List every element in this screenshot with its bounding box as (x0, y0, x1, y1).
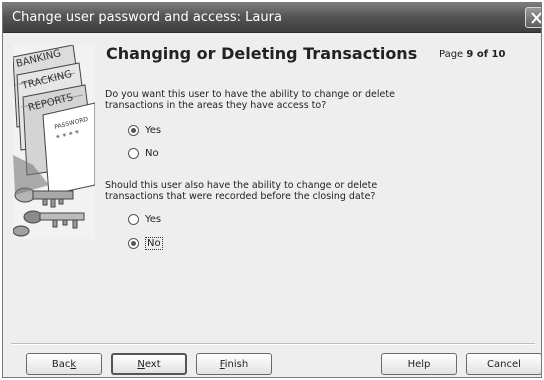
page-number: 9 of 10 (466, 49, 506, 60)
cancel-button[interactable]: Cancel (466, 353, 541, 375)
question-change-delete: Do you want this user to have the abilit… (105, 89, 395, 111)
page-prefix: Page (439, 49, 464, 60)
radio-option-no-1[interactable]: No (128, 146, 159, 160)
radio-label: Yes (145, 213, 162, 225)
banking-folders-illustration: BANKING TRACKING REPORTS PASSWORD * * * … (13, 45, 95, 239)
radio-unselected-icon[interactable] (128, 147, 139, 159)
page-heading: Changing or Deleting Transactions (106, 44, 418, 63)
radio-label: No (145, 147, 159, 159)
radio-unselected-icon[interactable] (128, 213, 139, 225)
radio-option-yes-1[interactable]: Yes (128, 123, 161, 137)
radio-selected-icon[interactable] (128, 237, 139, 249)
radio-option-yes-2[interactable]: Yes (128, 212, 161, 226)
change-user-access-dialog: Change user password and access: Laura B… (2, 2, 542, 378)
finish-button[interactable]: Finish (196, 353, 272, 375)
radio-label-focused: No (145, 236, 163, 250)
radio-selected-icon[interactable] (128, 124, 139, 136)
window-title: Change user password and access: Laura (12, 10, 282, 25)
button-separator (11, 343, 535, 345)
wizard-illustration: BANKING TRACKING REPORTS PASSWORD * * * … (13, 45, 95, 239)
title-bar[interactable]: Change user password and access: Laura (3, 3, 541, 33)
question-closing-date: Should this user also have the ability t… (105, 180, 378, 202)
radio-label: Yes (145, 124, 162, 136)
next-button[interactable]: Next (111, 353, 187, 375)
help-button[interactable]: Help (381, 353, 457, 375)
back-button[interactable]: Back (26, 353, 102, 375)
finish-label: Finish (219, 358, 249, 370)
back-label: Back (51, 358, 77, 370)
radio-option-no-2[interactable]: No (128, 236, 163, 250)
close-button[interactable] (525, 7, 541, 28)
next-label: Next (137, 358, 161, 370)
close-icon (531, 12, 541, 24)
page-indicator: Page 9 of 10 (439, 49, 505, 60)
